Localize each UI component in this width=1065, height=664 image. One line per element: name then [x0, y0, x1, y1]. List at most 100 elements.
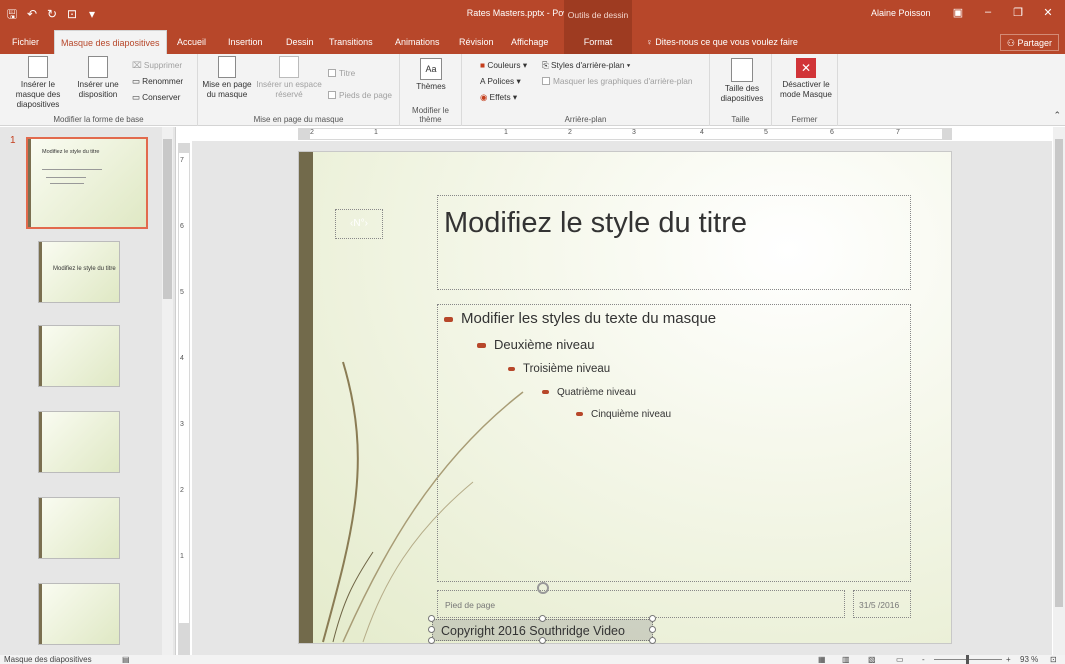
collapse-ribbon-icon[interactable]: ⌃ — [1053, 110, 1061, 121]
master-layout-label: Mise en page du masque — [202, 80, 252, 99]
normal-view-icon[interactable]: ▦ — [818, 655, 826, 664]
thumbnail-layout[interactable] — [38, 497, 120, 559]
resize-handle[interactable] — [539, 615, 546, 622]
share-button[interactable]: ⚇ Partager — [999, 34, 1059, 51]
insert-placeholder-label: Insérer un espace réservé — [256, 80, 322, 99]
slide-size-button[interactable]: Taille des diapositives — [714, 58, 770, 104]
thumbnail-pane: 1 Modifiez le style du titre Modifiez le… — [0, 127, 176, 655]
zoom-slider-thumb[interactable] — [966, 655, 969, 664]
ruler-number: 3 — [632, 129, 636, 136]
group-edit-master: Insérer le masque des diapositives Insér… — [0, 54, 198, 126]
reading-view-icon[interactable]: ▧ — [868, 655, 876, 664]
title-checkbox[interactable]: Titre — [328, 68, 355, 79]
bullet-level-2: Deuxième niveau — [477, 337, 594, 352]
themes-button[interactable]: Aa Thèmes — [408, 58, 454, 92]
context-tab-header: Outils de dessin — [564, 0, 632, 30]
ribbon: Insérer le masque des diapositives Insér… — [0, 54, 1065, 126]
zoom-out-button[interactable]: - — [922, 655, 925, 664]
effects-button[interactable]: ◉ Effets ▾ — [480, 92, 517, 103]
tab-review[interactable]: Révision — [453, 30, 500, 54]
accessibility-icon[interactable]: ▤ — [122, 655, 130, 664]
slideshow-icon[interactable]: ▭ — [896, 655, 904, 664]
master-layout-button[interactable]: Mise en page du masque — [202, 56, 252, 100]
canvas-scrollbar[interactable] — [1053, 127, 1065, 655]
rename-icon: ▭ — [132, 76, 143, 86]
bullet-text: Deuxième niveau — [494, 337, 595, 352]
thumb-title: Modifiez le style du titre — [53, 266, 116, 272]
thumbnail-scrollbar[interactable] — [162, 127, 173, 655]
thumbnail-layout[interactable]: Modifiez le style du titre — [38, 241, 120, 303]
vertical-ruler: 7 6 5 4 3 2 1 — [178, 143, 190, 655]
themes-icon: Aa — [420, 58, 442, 80]
tell-me-text: Dites-nous ce que vous voulez faire — [655, 37, 798, 47]
group-close: ✕ Désactiver le mode Masque Fermer — [772, 54, 838, 126]
bullet-level-4: Quatrième niveau — [542, 387, 636, 398]
hide-bg-checkbox[interactable]: Masquer les graphiques d'arrière-plan — [542, 76, 692, 87]
close-master-button[interactable]: ✕ Désactiver le mode Masque — [776, 58, 836, 100]
tab-transitions[interactable]: Transitions — [323, 30, 379, 54]
thumbnail-scroll-thumb[interactable] — [163, 139, 172, 299]
bg-styles-label: Styles d'arrière-plan — [550, 60, 625, 70]
bullet-text: Quatrième niveau — [557, 387, 636, 398]
tab-draw[interactable]: Dessin — [280, 30, 320, 54]
close-icon[interactable]: ✕ — [1038, 6, 1058, 19]
resize-handle[interactable] — [428, 637, 435, 644]
ruler-number: 3 — [180, 421, 184, 428]
tab-format[interactable]: Format — [564, 30, 632, 54]
resize-handle[interactable] — [428, 626, 435, 633]
thumbnail-layout[interactable] — [38, 583, 120, 645]
title-check-label: Titre — [339, 68, 356, 78]
ruler-number: 5 — [764, 129, 768, 136]
preserve-button[interactable]: ▭ Conserver — [132, 92, 180, 103]
footers-checkbox[interactable]: Pieds de page — [328, 90, 392, 101]
colors-button[interactable]: ■ Couleurs ▾ — [480, 60, 527, 71]
insert-layout-button[interactable]: Insérer une disposition — [72, 56, 124, 100]
rename-button[interactable]: ▭ Renommer — [132, 76, 183, 87]
slide-sorter-icon[interactable]: ▥ — [842, 655, 850, 664]
slide-master[interactable]: ‹N°› Modifiez le style du titre Modifier… — [298, 151, 952, 644]
fit-slide-icon[interactable]: ⊡ — [1050, 655, 1057, 664]
delete-button[interactable]: ⌧ Supprimer — [132, 60, 182, 71]
ribbon-display-icon[interactable]: ▣ — [948, 6, 968, 19]
group-label-master-layout: Mise en page du masque — [253, 115, 344, 124]
thumbnail-master[interactable]: Modifiez le style du titre — [26, 137, 148, 229]
group-edit-theme: Aa Thèmes Modifier le thème — [400, 54, 462, 126]
insert-placeholder-button[interactable]: Insérer un espace réservé — [254, 56, 324, 100]
resize-handle[interactable] — [649, 626, 656, 633]
footer-placeholder[interactable] — [437, 590, 845, 618]
tab-insert[interactable]: Insertion — [222, 30, 269, 54]
resize-handle[interactable] — [649, 637, 656, 644]
tell-me-box[interactable]: ♀ Dites-nous ce que vous voulez faire — [640, 30, 804, 54]
footer-text: Pied de page — [445, 600, 496, 610]
bg-styles-icon: ⎘ — [542, 60, 551, 70]
tab-file[interactable]: Fichier — [6, 30, 45, 54]
resize-handle[interactable] — [428, 615, 435, 622]
restore-icon[interactable]: ❐ — [1008, 6, 1028, 19]
fonts-button[interactable]: A Polices ▾ — [480, 76, 521, 87]
user-name[interactable]: Alaine Poisson — [871, 8, 931, 18]
tab-home[interactable]: Accueil — [171, 30, 212, 54]
resize-handle[interactable] — [649, 615, 656, 622]
thumb-line — [50, 183, 84, 184]
thumb-band — [39, 498, 42, 558]
thumbnail-layout[interactable] — [38, 411, 120, 473]
footers-check-icon — [328, 91, 336, 99]
tab-animations[interactable]: Animations — [389, 30, 446, 54]
zoom-level[interactable]: 93 % — [1020, 655, 1038, 664]
thumbnail-layout[interactable] — [38, 325, 120, 387]
slide-number-placeholder[interactable]: ‹N°› — [335, 209, 383, 239]
bg-styles-button[interactable]: ⎘ Styles d'arrière-plan ▾ — [542, 60, 630, 71]
minimize-icon[interactable]: – — [978, 6, 998, 18]
footers-check-label: Pieds de page — [339, 90, 393, 100]
group-label-background: Arrière-plan — [564, 115, 607, 124]
effects-label: Effets — [489, 92, 511, 102]
hide-bg-check-icon — [542, 77, 550, 85]
zoom-in-button[interactable]: + — [1006, 655, 1011, 664]
close-master-label: Désactiver le mode Masque — [780, 80, 832, 99]
insert-master-button[interactable]: Insérer le masque des diapositives — [8, 56, 68, 110]
rotate-handle-icon[interactable] — [537, 582, 549, 594]
resize-handle[interactable] — [539, 637, 546, 644]
tab-view[interactable]: Affichage — [505, 30, 554, 54]
tab-slide-master[interactable]: Masque des diapositives — [54, 30, 167, 54]
canvas-scroll-thumb[interactable] — [1055, 139, 1063, 607]
